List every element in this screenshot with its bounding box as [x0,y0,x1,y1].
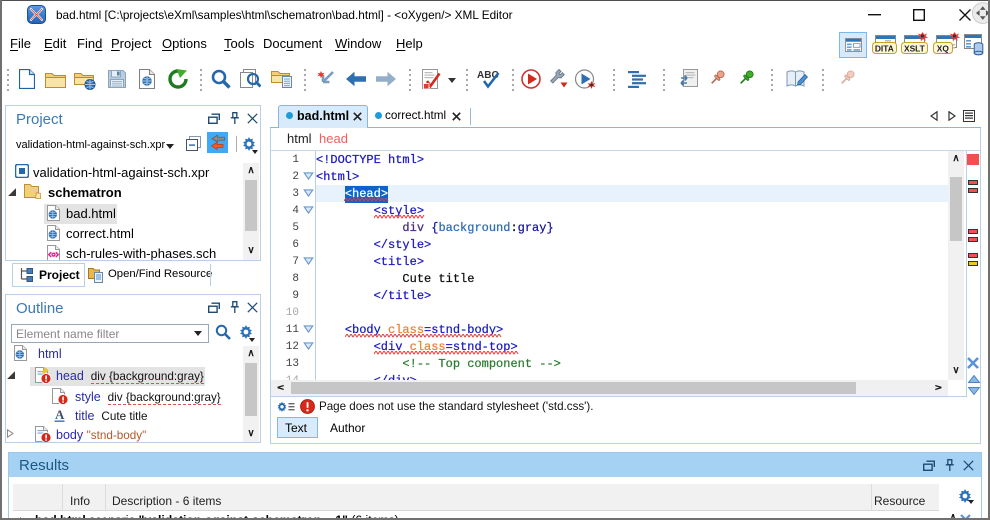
svg-text:XQ: XQ [937,44,950,54]
svg-text:A: A [55,408,65,422]
svg-text:DITA: DITA [875,44,894,54]
svg-text:XSLT: XSLT [904,44,926,54]
